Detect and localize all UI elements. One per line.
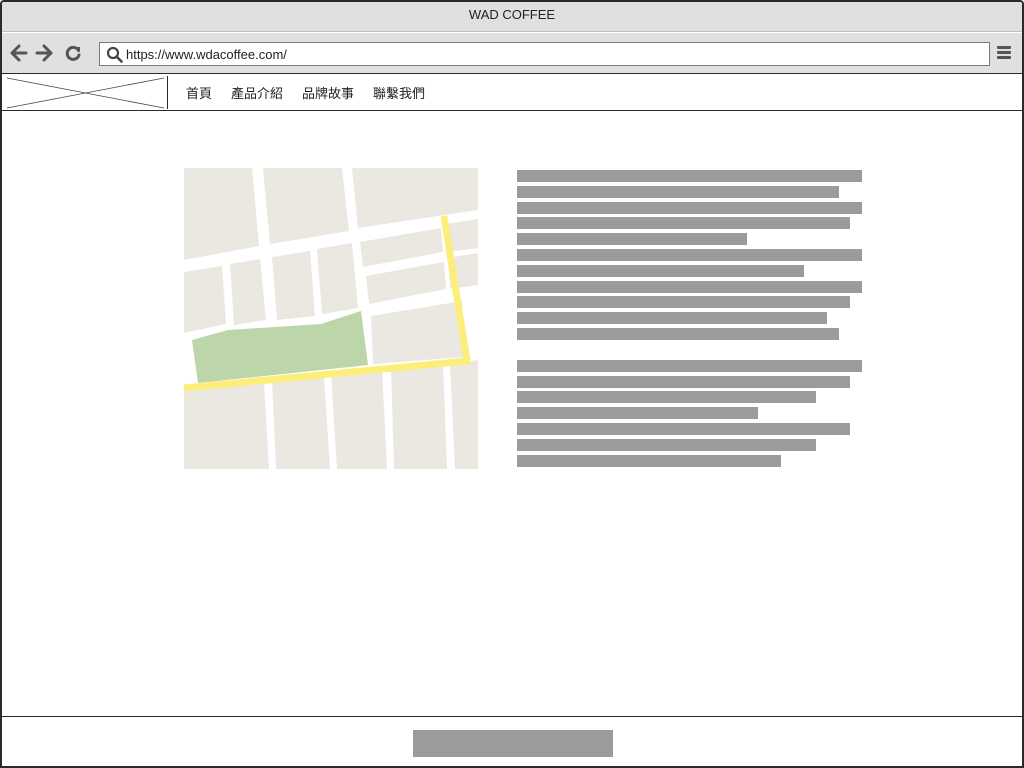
- url-input[interactable]: [126, 44, 976, 64]
- text-line: [517, 170, 862, 182]
- text-line: [517, 327, 839, 340]
- text-line: [517, 375, 850, 388]
- nav-item-products[interactable]: 產品介紹: [231, 83, 283, 102]
- text-line: [517, 201, 862, 214]
- window-title: WAD COFFEE: [468, 7, 556, 22]
- text-line: [517, 248, 862, 261]
- hamburger-menu-icon[interactable]: [997, 46, 1013, 62]
- content-text-placeholder: [517, 170, 867, 470]
- map-placeholder[interactable]: [184, 168, 478, 469]
- title-bar: WAD COFFEE: [2, 2, 1022, 32]
- nav-item-home[interactable]: 首頁: [186, 83, 212, 102]
- site-header: 首頁 產品介紹 品牌故事 聯繫我們: [2, 74, 1022, 111]
- main-nav: 首頁 產品介紹 品牌故事 聯繫我們: [186, 74, 444, 111]
- text-line: [517, 280, 862, 293]
- text-line: [517, 438, 816, 451]
- text-line: [517, 233, 747, 246]
- text-line: [517, 422, 850, 435]
- arrow-right-icon[interactable]: [34, 43, 54, 63]
- paragraph-2: [517, 359, 867, 467]
- text-line: [517, 185, 839, 198]
- browser-toolbar: [2, 33, 1022, 74]
- text-line: [517, 359, 862, 372]
- logo-placeholder-image[interactable]: [4, 76, 168, 109]
- address-bar[interactable]: [99, 42, 990, 66]
- nav-item-contact[interactable]: 聯繫我們: [373, 83, 425, 102]
- text-line: [517, 391, 816, 404]
- text-line: [517, 454, 781, 467]
- text-line: [517, 217, 850, 230]
- footer-text-placeholder: [413, 730, 613, 757]
- text-line: [517, 312, 827, 325]
- text-line: [517, 296, 850, 309]
- paragraph-1: [517, 170, 867, 340]
- text-line: [517, 264, 804, 277]
- arrow-left-icon[interactable]: [9, 43, 29, 63]
- reload-icon[interactable]: [63, 43, 83, 63]
- site-footer: [2, 716, 1022, 766]
- browser-window: WAD COFFEE 首頁 產品介紹 品牌故事: [0, 0, 1024, 768]
- text-line: [517, 407, 758, 420]
- nav-item-brand-story[interactable]: 品牌故事: [302, 83, 354, 102]
- search-icon: [106, 46, 123, 63]
